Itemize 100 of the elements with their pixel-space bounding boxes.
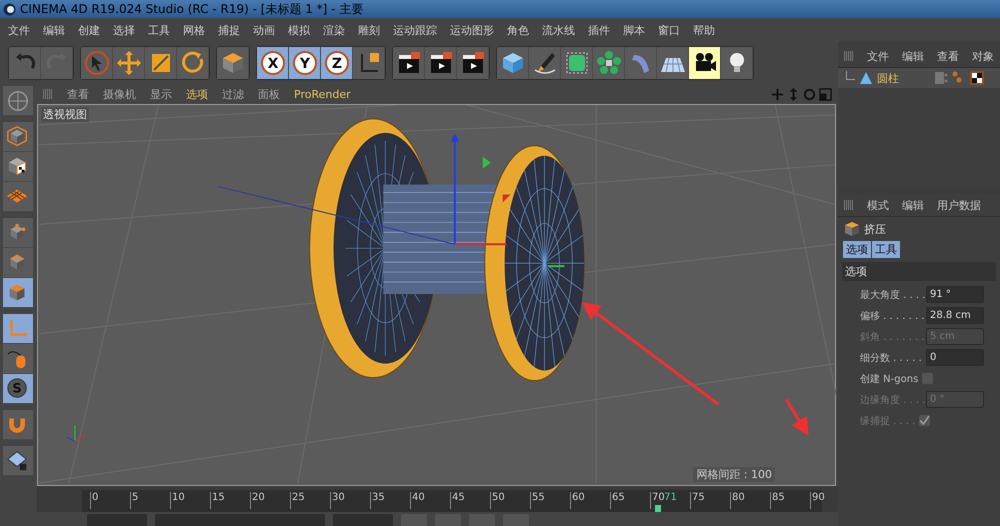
dolly-icon[interactable] — [787, 88, 800, 100]
visibility-icon — [934, 71, 948, 85]
menu-item[interactable]: 文件 — [8, 22, 30, 38]
panel-menu-item[interactable]: 编辑 — [902, 48, 924, 64]
menu-item[interactable]: 脚本 — [623, 22, 645, 38]
number-field[interactable]: 28.8 cm — [926, 307, 984, 324]
field-label: 最大角度 . . . . — [860, 288, 926, 302]
viewport-menu-item[interactable]: 摄像机 — [103, 86, 136, 102]
menu-item[interactable]: 流水线 — [542, 22, 575, 38]
globe-icon — [6, 88, 30, 112]
cloner-icon — [596, 50, 622, 76]
viewport-menu-item[interactable]: 选项 — [186, 86, 208, 102]
toolbar-button[interactable] — [529, 47, 561, 79]
viewport[interactable]: 透视视图 网格间距 : 100 — [37, 104, 836, 486]
axis-gizmo-drawing[interactable] — [218, 132, 564, 268]
panel-menu-item[interactable]: 文件 — [867, 48, 889, 64]
spool-model-drawing[interactable] — [309, 118, 585, 382]
grid-spacing-label: 网格间距 : 100 — [693, 467, 775, 482]
frame-tick-label: 30 — [330, 492, 345, 509]
timeline-ruler[interactable]: 0 5 10 15 20 25 30 35 40 45 50 55 60 65 7071 75 80 85 90 — [82, 490, 822, 512]
tab[interactable]: 工具 — [872, 241, 900, 258]
playhead[interactable] — [655, 505, 662, 512]
frame-tick-label: 50 — [490, 492, 505, 509]
menu-item[interactable]: 创建 — [78, 22, 100, 38]
frame-tick-label: 75 — [690, 492, 705, 509]
drag-handle[interactable] — [844, 200, 854, 210]
viewport-menu-item[interactable]: 查看 — [67, 86, 89, 102]
extrude-cube-icon — [844, 221, 860, 237]
frame-tick-label: 40 — [410, 492, 425, 509]
panel-menu-item[interactable]: 用户数据 — [937, 198, 981, 212]
material-tag-icon — [970, 71, 984, 85]
cube-icon — [6, 124, 30, 148]
frame-tick-label: 0 — [90, 492, 98, 509]
frame-tick-label: 55 — [530, 492, 545, 509]
field-label: 斜角 . . . . . . . — [860, 330, 926, 344]
menu-item[interactable]: 运动跟踪 — [393, 22, 437, 38]
frame-tick-label: 15 — [210, 492, 225, 509]
maximize-icon[interactable] — [819, 88, 832, 100]
viewport-tool-button[interactable] — [3, 86, 33, 116]
tool-button[interactable] — [3, 278, 33, 308]
object-row[interactable]: 圆柱 — [838, 68, 1000, 88]
grid-lock-icon — [6, 448, 30, 472]
field-label: 缘捕捉 . . . . — [860, 414, 916, 428]
viewport-menu-item[interactable]: ProRender — [294, 88, 351, 100]
pan-icon[interactable] — [771, 88, 784, 100]
menu-item[interactable]: 帮助 — [693, 22, 715, 38]
annotation-arrow — [784, 398, 809, 436]
frame-tick-label: 35 — [370, 492, 385, 509]
orbit-icon[interactable] — [803, 88, 816, 100]
drag-handle[interactable] — [844, 51, 854, 61]
drag-handle[interactable] — [43, 89, 53, 99]
field-label: 边缘角度 . . . . — [860, 394, 926, 406]
panel-menu-item[interactable]: 模式 — [867, 198, 889, 212]
toolbar-button[interactable] — [689, 47, 721, 79]
frame-tick-label: 90 — [810, 492, 825, 509]
menu-item[interactable]: 窗口 — [658, 22, 680, 38]
viewport-menu-item[interactable]: 过滤 — [222, 86, 244, 102]
frame-tick-label: 65 — [610, 492, 625, 509]
field-label: 偏移 . . . . . . . — [860, 310, 926, 322]
section-header: 选项 — [842, 262, 996, 281]
subdivision-cube-icon — [564, 50, 590, 76]
move-icon — [116, 50, 142, 76]
menu-item[interactable]: 运动图形 — [450, 22, 494, 38]
viewport-menu-item[interactable]: 显示 — [150, 86, 172, 102]
toolbar-button[interactable] — [457, 47, 489, 79]
axis-indicator-icon — [66, 424, 86, 442]
tool-button[interactable] — [3, 314, 33, 344]
viewport-menu-item[interactable]: 面板 — [258, 86, 280, 102]
frame-tick-label: 80 — [730, 492, 745, 509]
menu-item[interactable]: 网格 — [183, 22, 205, 38]
number-field[interactable]: 0 — [926, 349, 984, 366]
frame-tick-label: 85 — [770, 492, 785, 509]
menu-item[interactable]: 渲染 — [323, 22, 345, 38]
panel-menu-item[interactable]: 查看 — [937, 48, 959, 64]
menu-item[interactable]: 雕刻 — [358, 22, 380, 38]
tool-button[interactable] — [3, 446, 33, 476]
menu-item[interactable]: 动画 — [253, 22, 275, 38]
toolbar-button[interactable] — [721, 47, 753, 79]
menu-item[interactable]: 工具 — [148, 22, 170, 38]
cone-icon — [859, 71, 873, 85]
menu-item[interactable]: 角色 — [507, 22, 529, 38]
toolbar-button[interactable] — [657, 47, 689, 79]
toolbar-button[interactable] — [425, 47, 457, 79]
menu-item[interactable]: 选择 — [113, 22, 135, 38]
tab[interactable]: 选项 — [843, 241, 871, 258]
frame-tick-label: 5 — [130, 492, 138, 509]
number-field[interactable]: 91 ° — [926, 286, 984, 303]
toolbar-button[interactable] — [393, 47, 425, 79]
checkmark-icon — [919, 415, 930, 426]
field-label: 细分数 . . . . . — [860, 352, 923, 364]
menu-item[interactable]: 捕捉 — [218, 22, 240, 38]
menu-item[interactable]: 插件 — [588, 22, 610, 38]
current-frame-label: 71 — [664, 492, 677, 503]
panel-menu-item[interactable]: 对象 — [972, 48, 994, 64]
toolbar-button[interactable] — [353, 47, 385, 79]
menu-item[interactable]: 编辑 — [43, 22, 65, 38]
menu-item[interactable]: 模拟 — [288, 22, 310, 38]
tool-title: 挤压 — [864, 222, 886, 236]
panel-menu-item[interactable]: 编辑 — [902, 198, 924, 212]
viewport-label: 透视视图 — [41, 107, 89, 122]
